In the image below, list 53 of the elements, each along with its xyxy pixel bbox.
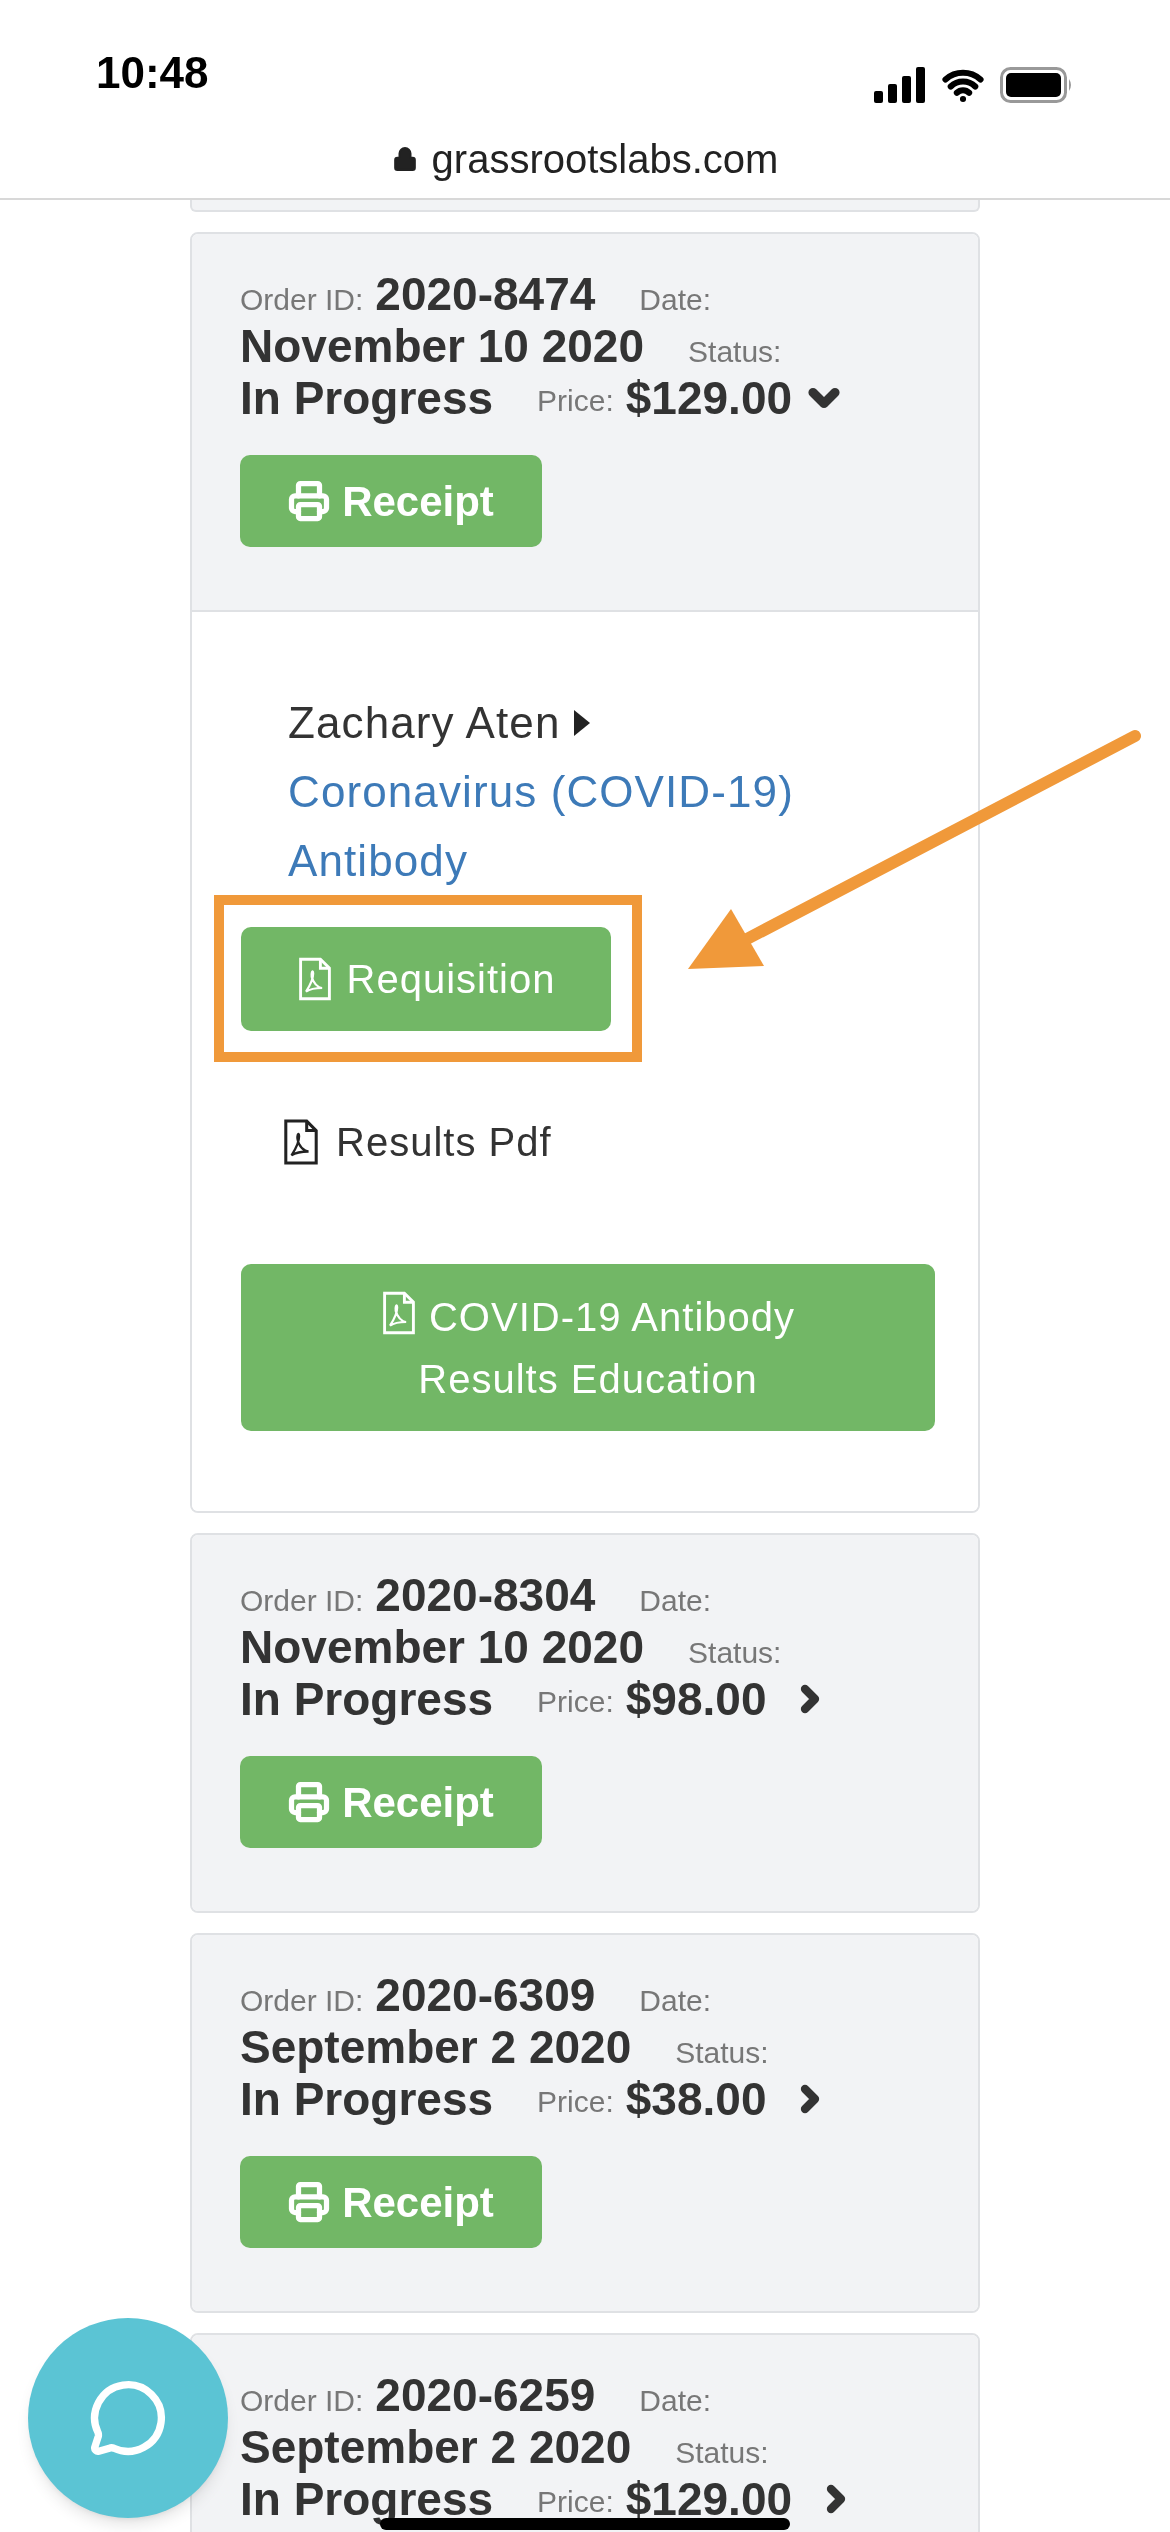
order-id: 2020-6259: [375, 2369, 596, 2421]
receipt-button[interactable]: Receipt: [240, 1756, 542, 1848]
battery-icon: [1000, 67, 1074, 103]
order-id-label: Order ID:: [240, 282, 364, 318]
printer-icon: [288, 480, 331, 522]
order-id: 2020-8474: [375, 268, 596, 320]
date-label: Date:: [639, 1983, 712, 2019]
order-status: In Progress: [240, 2473, 494, 2525]
order-id-label: Order ID:: [240, 1983, 364, 2019]
order-price: $129.00: [625, 372, 793, 424]
price-label: Price:: [537, 2084, 614, 2120]
date-label: Date:: [639, 1583, 712, 1619]
order-date: September 2 2020: [240, 2021, 632, 2073]
receipt-button[interactable]: Receipt: [240, 455, 542, 547]
results-pdf-link[interactable]: Results Pdf: [336, 1112, 552, 1172]
order-id: 2020-8304: [375, 1569, 596, 1621]
status-label: Status:: [675, 2435, 769, 2471]
status-label: Status:: [675, 2035, 769, 2071]
requisition-button[interactable]: Requisition: [241, 926, 611, 1031]
order-price: $129.00: [625, 2473, 793, 2525]
date-label: Date:: [639, 282, 712, 318]
order-date: November 10 2020: [240, 1621, 645, 1673]
status-time: 10:48: [96, 47, 209, 99]
order-date: September 2 2020: [240, 2421, 632, 2473]
order-id-label: Order ID:: [240, 1583, 364, 1619]
signal-icon: [874, 67, 926, 103]
order-date: November 10 2020: [240, 320, 645, 372]
price-label: Price:: [537, 1684, 614, 1720]
printer-icon: [288, 1781, 331, 1823]
order-price: $98.00: [625, 1673, 767, 1725]
document-icon: [282, 1119, 320, 1165]
education-button[interactable]: COVID-19 Antibody Results Education: [241, 1264, 935, 1431]
patient-name: Zachary Aten: [288, 697, 561, 749]
order-status: In Progress: [240, 1673, 494, 1725]
document-icon: [296, 956, 333, 1001]
order-id-label: Order ID:: [240, 2383, 364, 2419]
lock-icon: [391, 144, 418, 174]
chat-icon: [88, 2378, 168, 2458]
status-label: Status:: [688, 1635, 782, 1671]
receipt-button[interactable]: Receipt: [240, 2156, 542, 2248]
order-id: 2020-6309: [375, 1969, 596, 2021]
caret-right-icon[interactable]: [574, 709, 591, 736]
order-status: In Progress: [240, 372, 494, 424]
test-link[interactable]: Coronavirus (COVID-19) Antibody: [288, 757, 938, 895]
document-icon: [380, 1290, 417, 1335]
date-label: Date:: [639, 2383, 712, 2419]
status-label: Status:: [688, 334, 782, 370]
url-text: grassrootslabs.com: [431, 136, 779, 183]
price-label: Price:: [537, 383, 614, 419]
order-price: $38.00: [625, 2073, 767, 2125]
price-label: Price:: [537, 2484, 614, 2520]
order-status: In Progress: [240, 2073, 494, 2125]
printer-icon: [288, 2181, 331, 2223]
